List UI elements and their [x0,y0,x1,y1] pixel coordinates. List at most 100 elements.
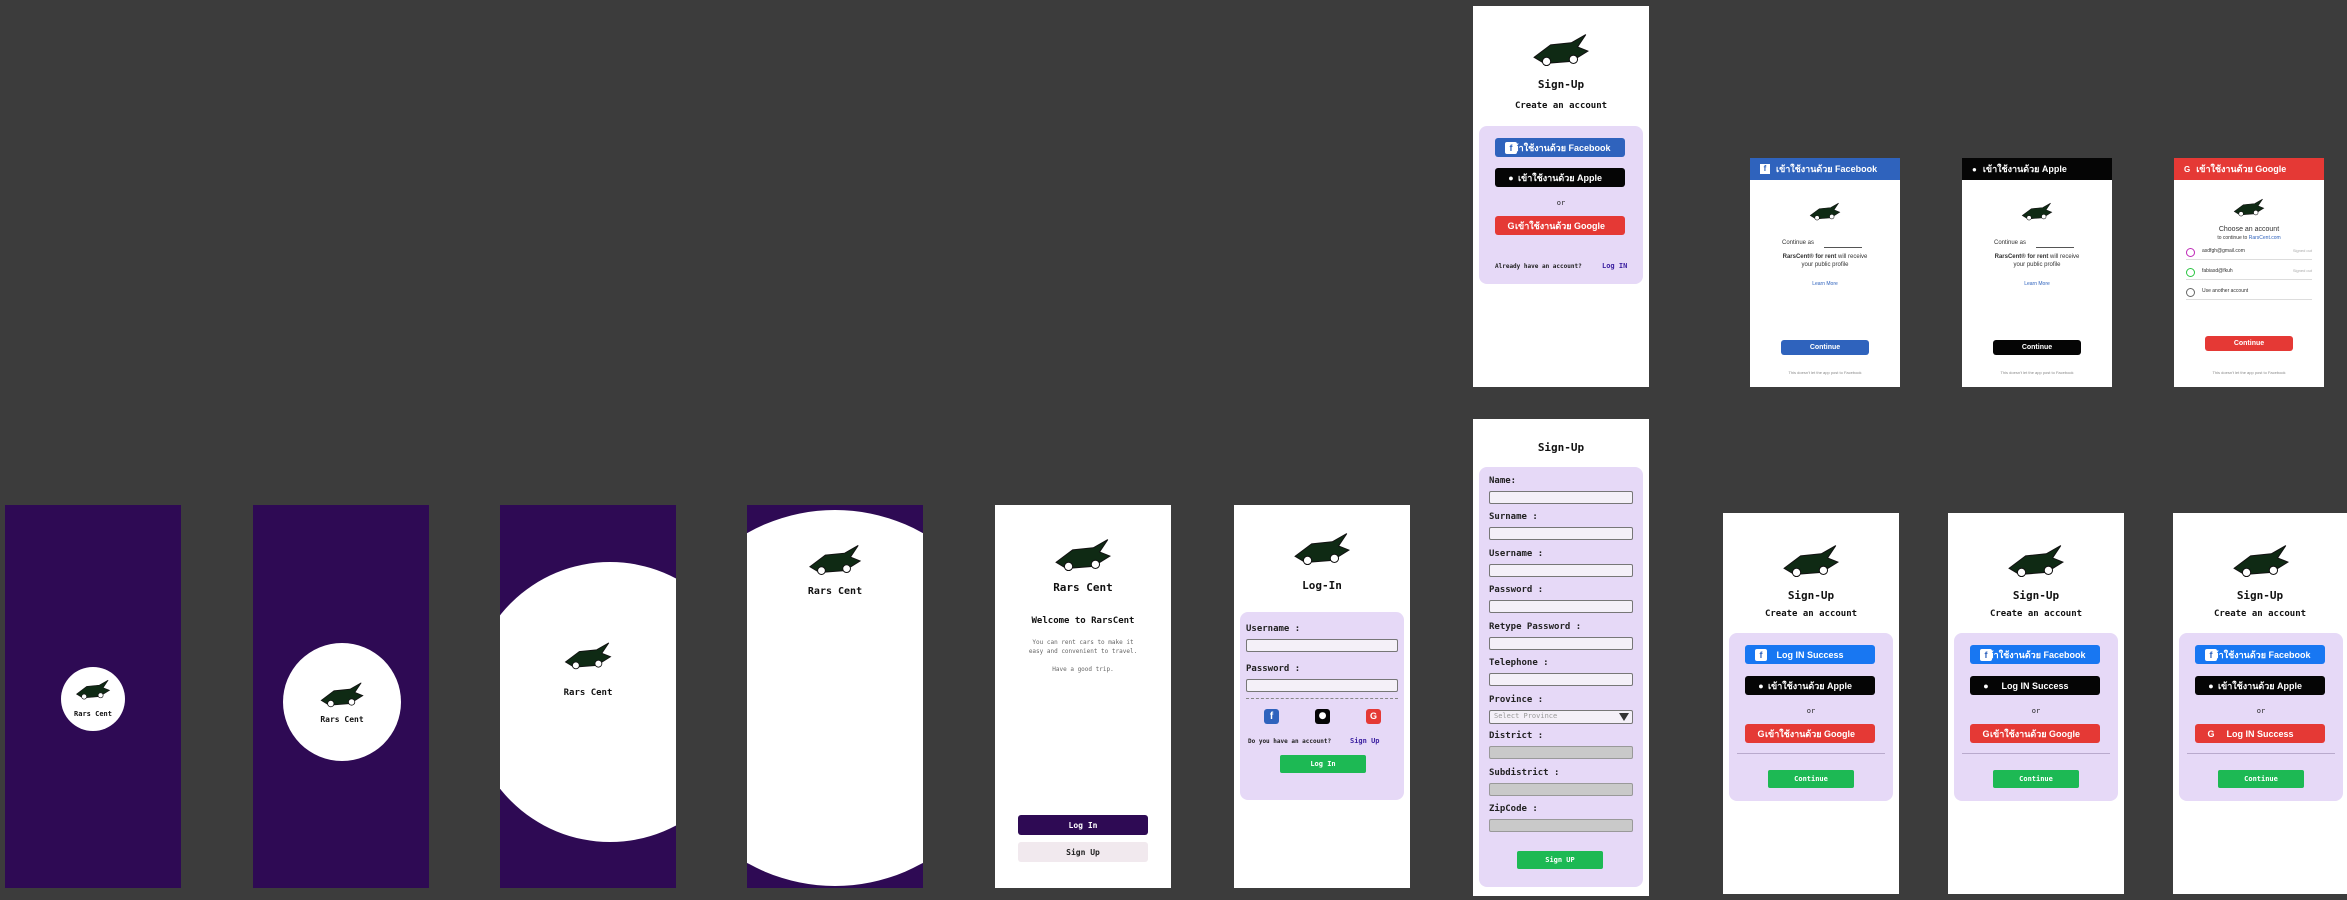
apple-icon: ● [1972,164,1977,174]
signup-link[interactable]: Sign Up [1350,737,1380,745]
name-underline [2036,247,2074,248]
car-logo-icon [2021,202,2053,221]
username-field[interactable] [1489,564,1633,577]
continue-button[interactable]: Continue [2205,336,2293,351]
car-logo-icon [75,679,111,700]
or-separator: or [1806,707,1816,715]
google-login-icon[interactable]: G [1366,709,1381,724]
receive-text: RarsCent® for rent will receive [1750,254,1900,260]
already-account-text: Already have an account? [1495,263,1582,270]
use-another-account[interactable]: Use another account [2186,286,2312,300]
social-panel: f เข้าใช้งานด้วย Facebook ● Log IN Success… [1954,633,2118,801]
page-title: Sign-Up [2236,589,2284,602]
car-logo-icon [320,682,364,708]
continue-button[interactable]: Continue [1768,770,1854,788]
continue-button[interactable]: Continue [1993,770,2079,788]
splash-circle: Rars Cent [61,667,125,731]
password-label: Password : [1246,664,1301,674]
facebook-signup-button[interactable]: f เข้าใช้งานด้วย Facebook [1495,138,1625,157]
province-label: Province : [1489,695,1544,705]
google-success-button[interactable]: G Log IN Success [2195,724,2325,743]
password-field[interactable] [1246,679,1398,692]
page-title: Log-In [1302,579,1342,592]
learn-more-link[interactable]: Learn More [1750,281,1900,287]
login-submit-button[interactable]: Log In [1280,755,1366,773]
splash-circle: Rars Cent [283,643,401,761]
retype-password-field[interactable] [1489,637,1633,650]
public-profile-text: your public profile [1801,262,1849,268]
or-separator: or [2031,707,2041,715]
footer-note: This doesn't let the app post to Faceboo… [2000,370,2074,375]
app-name: RarsCent® for rent [1994,254,2049,260]
apple-login-icon[interactable]: ● [1315,709,1330,724]
password-field[interactable] [1489,600,1633,613]
facebook-login-icon[interactable]: f [1264,709,1279,724]
subdistrict-field[interactable] [1489,783,1633,796]
site-link[interactable]: RarsCent.com [2249,235,2281,241]
google-signup-button[interactable]: G เข้าใช้งานด้วย Google [1495,216,1625,235]
apple-signup-button[interactable]: ● เข้าใช้งานด้วย Apple [1745,676,1875,695]
splash-screen-4: Rars Cent [747,505,923,888]
car-logo-icon [1783,545,1840,578]
subdistrict-label: Subdistrict : [1489,768,1560,778]
province-placeholder: Select Province [1494,712,1558,720]
continue-button[interactable]: Continue [2218,770,2304,788]
divider [1962,753,2110,754]
car-logo-icon [2008,545,2065,578]
google-signup-button[interactable]: G เข้าใช้งานด้วย Google [1745,724,1875,743]
receive-text: RarsCent® for rent will receive [1962,254,2112,260]
google-icon: G [2184,164,2191,174]
district-field[interactable] [1489,746,1633,759]
google-signup-button[interactable]: G เข้าใช้งานด้วย Google [1970,724,2100,743]
username-field[interactable] [1246,639,1398,652]
signup-social-screen: Sign-Up Create an account f เข้าใช้งานด้ว… [1473,6,1649,387]
facebook-signup-button[interactable]: f เข้าใช้งานด้วย Facebook [2195,645,2325,664]
welcome-heading: Welcome to RarsCent [1031,616,1135,626]
welcome-body-1: You can rent cars to make it [1032,639,1134,646]
zipcode-field[interactable] [1489,819,1633,832]
account-item[interactable]: asdfgh@gmail.com Signed out [2186,246,2312,260]
account-status: Signed out [2292,268,2312,273]
login-button[interactable]: Log In [1018,815,1148,835]
login-screen: Log-In Username : Password : f ● G Do yo… [1234,505,1410,888]
car-logo-icon [1055,539,1112,572]
signup-submit-button[interactable]: Sign UP [1517,851,1603,869]
district-label: District : [1489,731,1544,741]
apple-success-button[interactable]: ● Log IN Success [1970,676,2100,695]
name-field[interactable] [1489,491,1633,504]
telephone-field[interactable] [1489,673,1633,686]
apple-signup-button[interactable]: ● เข้าใช้งานด้วย Apple [1495,168,1625,187]
google-icon: G [1757,728,1765,739]
facebook-success-button[interactable]: f Log IN Success [1745,645,1875,664]
choose-account-text: Choose an account [2218,226,2280,233]
learn-more-link[interactable]: Learn More [1962,281,2112,287]
brand-name: Rars Cent [807,586,863,597]
google-signup-label: เข้าใช้งานด้วย Google [1764,728,1856,739]
continue-as-text: Continue as [1782,240,1815,246]
facebook-signup-button[interactable]: f เข้าใช้งานด้วย Facebook [1970,645,2100,664]
province-select[interactable]: Select Province [1489,710,1633,724]
continue-to-text: to continue to RarsCent.com [2174,235,2324,241]
login-panel: Username : Password : f ● G Do you have … [1240,612,1404,800]
brand-name: Rars Cent [563,688,613,698]
google-icon: G [1982,728,1990,739]
surname-field[interactable] [1489,527,1633,540]
facebook-icon: f [1980,648,1992,661]
page-subtitle: Create an account [2213,609,2307,619]
facebook-icon: f [1760,164,1770,174]
account-item[interactable]: fabiasd@fkuh Signed out [2186,266,2312,280]
continue-button[interactable]: Continue [1781,340,1869,355]
signup-success-apple: Sign-Up Create an account f เข้าใช้งานด้ว… [1948,513,2124,894]
receive-rest: will receive [1838,254,1868,260]
car-logo-icon [1294,533,1351,566]
account-email: fabiasd@fkuh [2202,268,2233,274]
apple-signup-button[interactable]: ● เข้าใช้งานด้วย Apple [2195,676,2325,695]
chevron-down-icon [1619,713,1629,721]
continue-button[interactable]: Continue [1993,340,2081,355]
apple-signup-label: เข้าใช้งานด้วย Apple [1517,172,1603,183]
continue-as-text: Continue as [1994,240,2027,246]
apple-icon: ● [1508,172,1514,183]
login-link[interactable]: Log IN [1602,262,1627,270]
signup-button[interactable]: Sign Up [1018,842,1148,862]
apple-icon: ● [1983,680,1989,691]
